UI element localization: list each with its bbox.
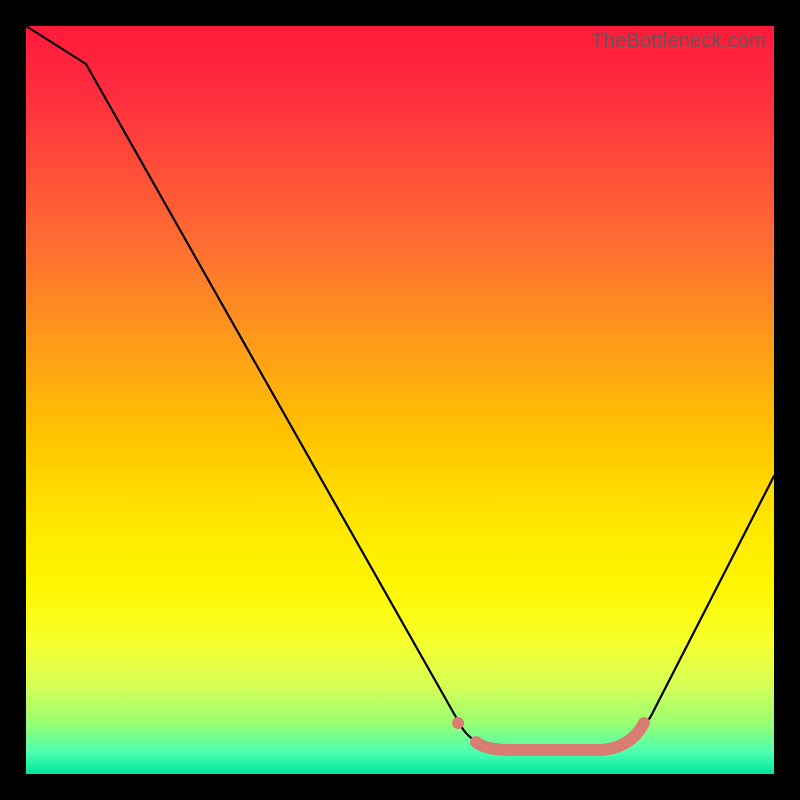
trough-start-dot xyxy=(452,717,464,729)
chart-plot-area: TheBottleneck.com xyxy=(26,26,774,774)
trough-highlight xyxy=(476,723,644,750)
bottleneck-curve-line xyxy=(26,26,774,746)
bottleneck-curve-svg xyxy=(26,26,774,774)
